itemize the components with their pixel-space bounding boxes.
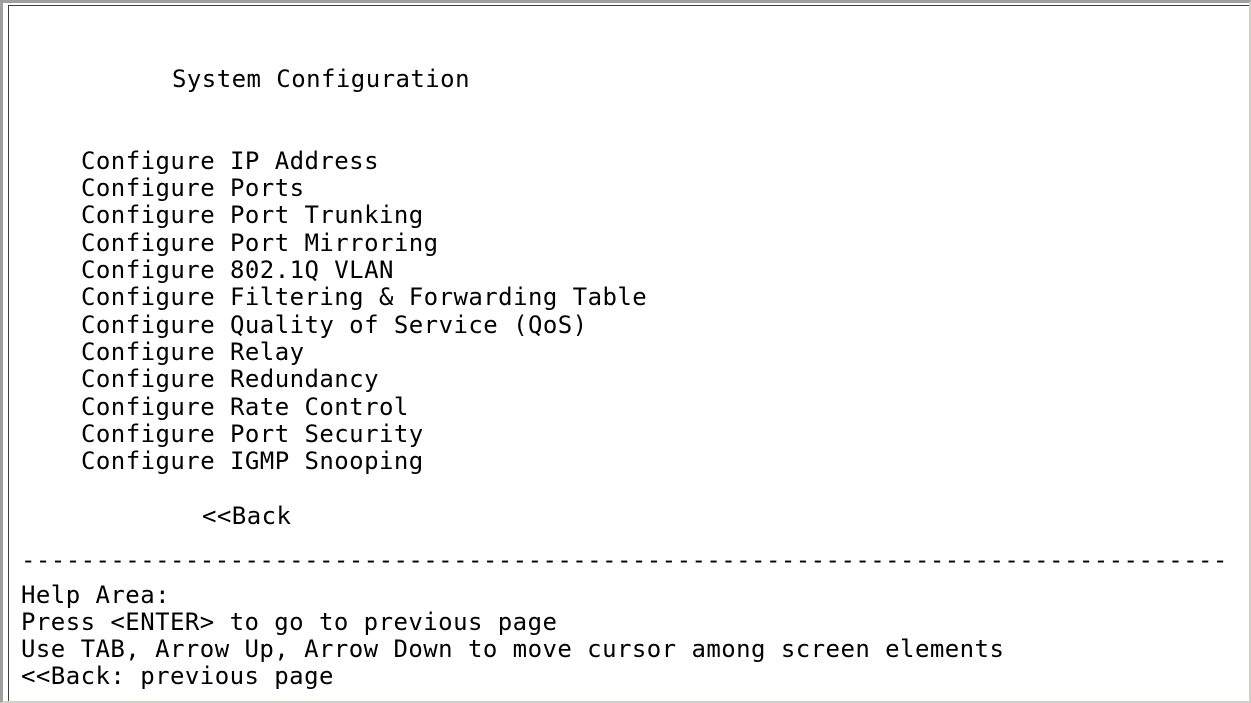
help-line: Use TAB, Arrow Up, Arrow Down to move cu… (21, 635, 1005, 663)
menu-item-configure-ports[interactable]: Configure Ports (81, 175, 305, 201)
help-line: <<Back: previous page (21, 662, 334, 690)
menu-item-configure-rate-control[interactable]: Configure Rate Control (81, 394, 409, 420)
menu-item-configure-port-mirroring[interactable]: Configure Port Mirroring (81, 230, 439, 256)
back-link[interactable]: <<Back (202, 503, 291, 529)
terminal-screen: System Configuration Configure IP Addres… (8, 5, 1249, 701)
menu-item-configure-relay[interactable]: Configure Relay (81, 339, 305, 365)
menu-item-configure-redundancy[interactable]: Configure Redundancy (81, 366, 379, 392)
help-line: Press <ENTER> to go to previous page (21, 608, 558, 636)
menu-item-configure-port-security[interactable]: Configure Port Security (81, 421, 424, 447)
help-area-heading: Help Area: (21, 581, 170, 609)
divider: ----------------------------------------… (21, 547, 1231, 573)
page-title: System Configuration (172, 65, 470, 93)
menu-item-configure-igmp-snooping[interactable]: Configure IGMP Snooping (81, 448, 424, 474)
menu-item-configure-qos[interactable]: Configure Quality of Service (QoS) (81, 312, 588, 338)
menu-item-configure-port-trunking[interactable]: Configure Port Trunking (81, 202, 424, 228)
menu-item-configure-ip-address[interactable]: Configure IP Address (81, 148, 379, 174)
terminal-window: System Configuration Configure IP Addres… (0, 0, 1251, 703)
menu-item-configure-8021q-vlan[interactable]: Configure 802.1Q VLAN (81, 257, 394, 283)
menu-item-configure-filtering-forwarding-table[interactable]: Configure Filtering & Forwarding Table (81, 284, 647, 310)
